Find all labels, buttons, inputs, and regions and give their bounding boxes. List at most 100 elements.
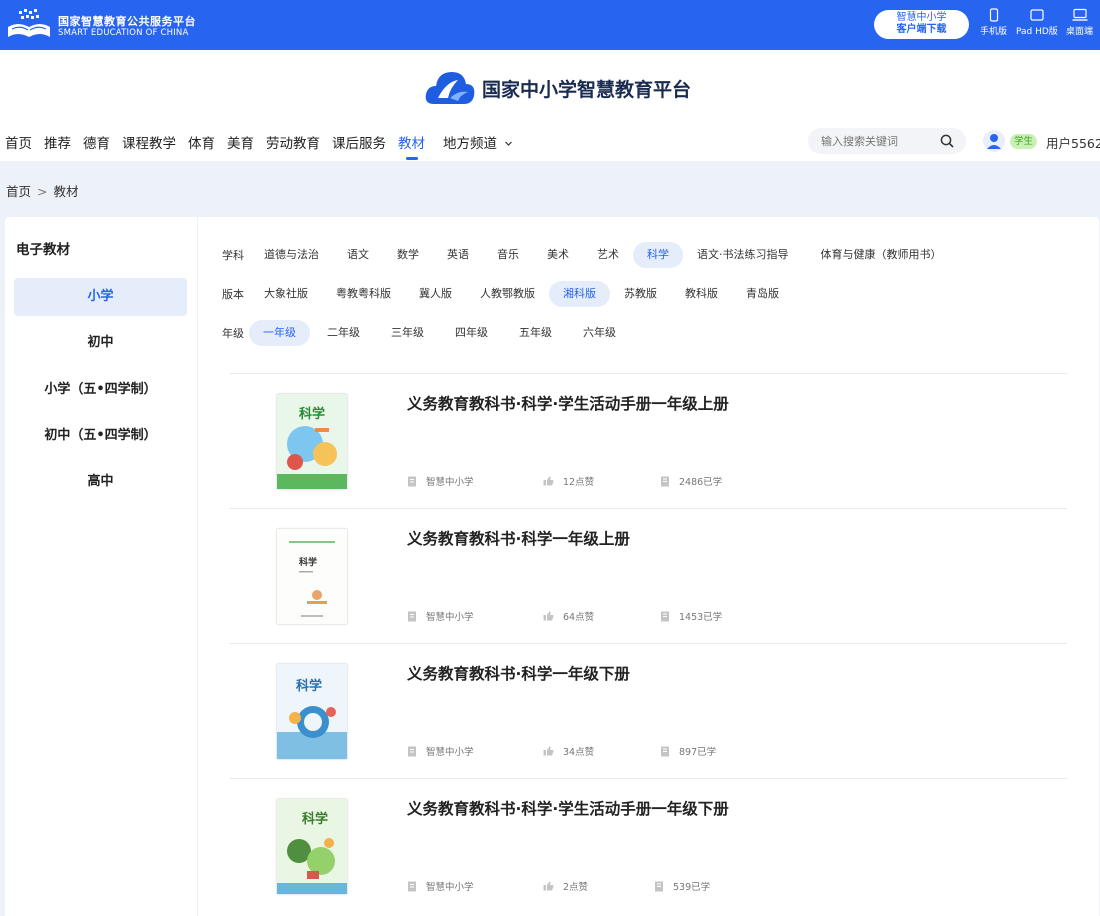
sidebar-item-primary[interactable]: 小学 — [14, 278, 187, 316]
grade-chip[interactable]: 三年级 — [377, 320, 438, 346]
nav-item-textbook[interactable]: 教材 — [393, 132, 430, 160]
search-input[interactable] — [821, 132, 941, 150]
sidebar-title: 电子教材 — [16, 242, 70, 258]
subject-chip[interactable]: 道德与法治 — [250, 242, 333, 268]
textbook-cover[interactable]: 科学 — [277, 664, 347, 759]
subject-filter-row: 学科 道德与法治 语文 数学 英语 音乐 美术 艺术 科学 语文·书法练习指导 … — [210, 242, 956, 268]
edition-chip[interactable]: 教科版 — [671, 281, 732, 307]
textbook-item[interactable]: 科学 义务教育教科书·科学·学生活动手册一年级上册 智慧中小学 12点赞 248… — [230, 373, 1067, 508]
nav-item-sports[interactable]: 体育 — [183, 132, 220, 156]
edition-filter-label: 版本 — [222, 288, 244, 301]
device-desktop-label: 桌面端 — [1066, 27, 1094, 37]
grade-chip[interactable]: 五年级 — [505, 320, 566, 346]
edition-chip[interactable]: 苏教版 — [610, 281, 671, 307]
grade-chip[interactable]: 六年级 — [569, 320, 630, 346]
subject-chip[interactable]: 英语 — [433, 242, 483, 268]
edition-chip[interactable]: 粤教粤科版 — [322, 281, 405, 307]
device-desktop-link[interactable]: 桌面端 — [1066, 8, 1093, 37]
textbook-cover[interactable]: 科学 — [277, 799, 347, 894]
nav-item-recommend[interactable]: 推荐 — [39, 132, 76, 156]
document-icon — [408, 611, 416, 621]
textbook-list: 科学 义务教育教科书·科学·学生活动手册一年级上册 智慧中小学 12点赞 248… — [230, 373, 1067, 913]
nav-item-course[interactable]: 课程教学 — [117, 132, 181, 156]
grade-chip-selected[interactable]: 一年级 — [249, 320, 310, 346]
textbook-item[interactable]: 科学 义务教育教科书·科学一年级上册 智慧中小学 64点赞 1453已学 — [230, 508, 1067, 643]
textbook-source: 智慧中小学 — [407, 879, 474, 893]
subject-chip[interactable]: 音乐 — [483, 242, 533, 268]
textbook-cover[interactable]: 科学 — [277, 529, 347, 624]
textbook-learned: 2486已学 — [660, 474, 722, 488]
grade-filter-label: 年级 — [222, 327, 244, 340]
textbook-item[interactable]: 科学 义务教育教科书·科学一年级下册 智慧中小学 34点赞 897已学 — [230, 643, 1067, 778]
thumbs-up-icon — [543, 881, 554, 891]
platform-title: 国家智慧教育公共服务平台 — [58, 15, 196, 28]
subject-chip[interactable]: 语文·书法练习指导 — [683, 242, 803, 268]
book-icon — [661, 611, 669, 621]
textbook-learned: 539已学 — [654, 879, 710, 893]
device-pad-link[interactable]: Pad HD版 — [1016, 8, 1058, 37]
grade-chip[interactable]: 四年级 — [441, 320, 502, 346]
client-download-button[interactable]: 智慧中小学 客户端下载 — [874, 10, 969, 39]
book-icon — [661, 746, 669, 756]
breadcrumb-home[interactable]: 首页 — [6, 184, 31, 199]
cover-title: 科学 — [302, 811, 328, 827]
textbook-likes-count: 64点赞 — [563, 612, 595, 623]
main-nav: 首页 推荐 德育 课程教学 体育 美育 劳动教育 课后服务 教材 地方频道 — [0, 132, 518, 160]
book-icon — [655, 881, 663, 891]
textbook-title[interactable]: 义务教育教科书·科学·学生活动手册一年级上册 — [407, 392, 729, 414]
grade-chip[interactable]: 二年级 — [313, 320, 374, 346]
textbook-learned-count: 1453已学 — [679, 612, 723, 623]
textbook-source-label: 智慧中小学 — [426, 882, 474, 893]
textbook-cover[interactable]: 科学 — [277, 394, 347, 489]
avatar[interactable] — [983, 130, 1005, 152]
subject-chip[interactable]: 语文 — [333, 242, 383, 268]
edition-chip[interactable]: 大象社版 — [250, 281, 322, 307]
cloud-logo-icon — [425, 72, 475, 104]
edition-chip-selected[interactable]: 湘科版 — [549, 281, 610, 307]
cover-image-plain: 科学 — [277, 529, 347, 624]
sidebar-item-junior-54[interactable]: 初中（五•四学制） — [14, 417, 187, 455]
cover-title: 科学 — [299, 406, 325, 422]
sidebar-item-senior[interactable]: 高中 — [14, 463, 187, 501]
textbook-title[interactable]: 义务教育教科书·科学一年级下册 — [407, 662, 630, 684]
cover-title: 科学 — [296, 678, 322, 694]
subject-chip[interactable]: 数学 — [383, 242, 433, 268]
sidebar-item-junior[interactable]: 初中 — [14, 324, 187, 362]
edition-chip[interactable]: 青岛版 — [732, 281, 793, 307]
nav-item-local-channel[interactable]: 地方频道 — [438, 132, 518, 156]
textbook-source-label: 智慧中小学 — [426, 477, 474, 488]
subject-chip[interactable]: 体育与健康（教师用书） — [807, 242, 956, 268]
textbook-source-label: 智慧中小学 — [426, 612, 474, 623]
textbook-title[interactable]: 义务教育教科书·科学·学生活动手册一年级下册 — [407, 797, 729, 819]
role-badge: 学生 — [1010, 134, 1038, 149]
textbook-item[interactable]: 科学 义务教育教科书·科学·学生活动手册一年级下册 智慧中小学 2点赞 539已… — [230, 778, 1067, 913]
subject-chip-selected[interactable]: 科学 — [633, 242, 683, 268]
nav-item-moral[interactable]: 德育 — [78, 132, 115, 156]
brand-logo[interactable]: 国家中小学智慧教育平台 — [424, 68, 691, 108]
platform-logo-icon[interactable] — [6, 9, 52, 41]
nav-item-labor[interactable]: 劳动教育 — [261, 132, 325, 156]
textbook-source: 智慧中小学 — [407, 609, 474, 623]
textbook-source: 智慧中小学 — [407, 744, 474, 758]
textbook-title[interactable]: 义务教育教科书·科学一年级上册 — [407, 527, 630, 549]
device-phone-link[interactable]: 手机版 — [980, 8, 1007, 37]
textbook-likes-count: 12点赞 — [563, 477, 595, 488]
edition-chip[interactable]: 冀人版 — [405, 281, 466, 307]
textbook-likes: 2点赞 — [543, 879, 588, 893]
sidebar-item-primary-54[interactable]: 小学（五•四学制） — [14, 371, 187, 409]
edition-chip[interactable]: 人教鄂教版 — [466, 281, 549, 307]
search-icon[interactable] — [940, 134, 954, 148]
textbook-learned: 1453已学 — [660, 609, 722, 623]
grade-filter-row: 年级 一年级 二年级 三年级 四年级 五年级 六年级 — [210, 320, 630, 346]
nav-item-arts[interactable]: 美育 — [222, 132, 259, 156]
textbook-likes: 34点赞 — [543, 744, 594, 758]
subject-filter-label: 学科 — [222, 249, 244, 262]
nav-item-after-school[interactable]: 课后服务 — [327, 132, 391, 156]
username[interactable]: 用户5562 — [1046, 133, 1100, 152]
cover-image-colorful: 科学 — [277, 394, 347, 489]
subject-chip[interactable]: 艺术 — [583, 242, 633, 268]
search-box — [808, 128, 966, 154]
nav-item-home[interactable]: 首页 — [0, 132, 37, 156]
subject-chip[interactable]: 美术 — [533, 242, 583, 268]
textbook-source-label: 智慧中小学 — [426, 747, 474, 758]
